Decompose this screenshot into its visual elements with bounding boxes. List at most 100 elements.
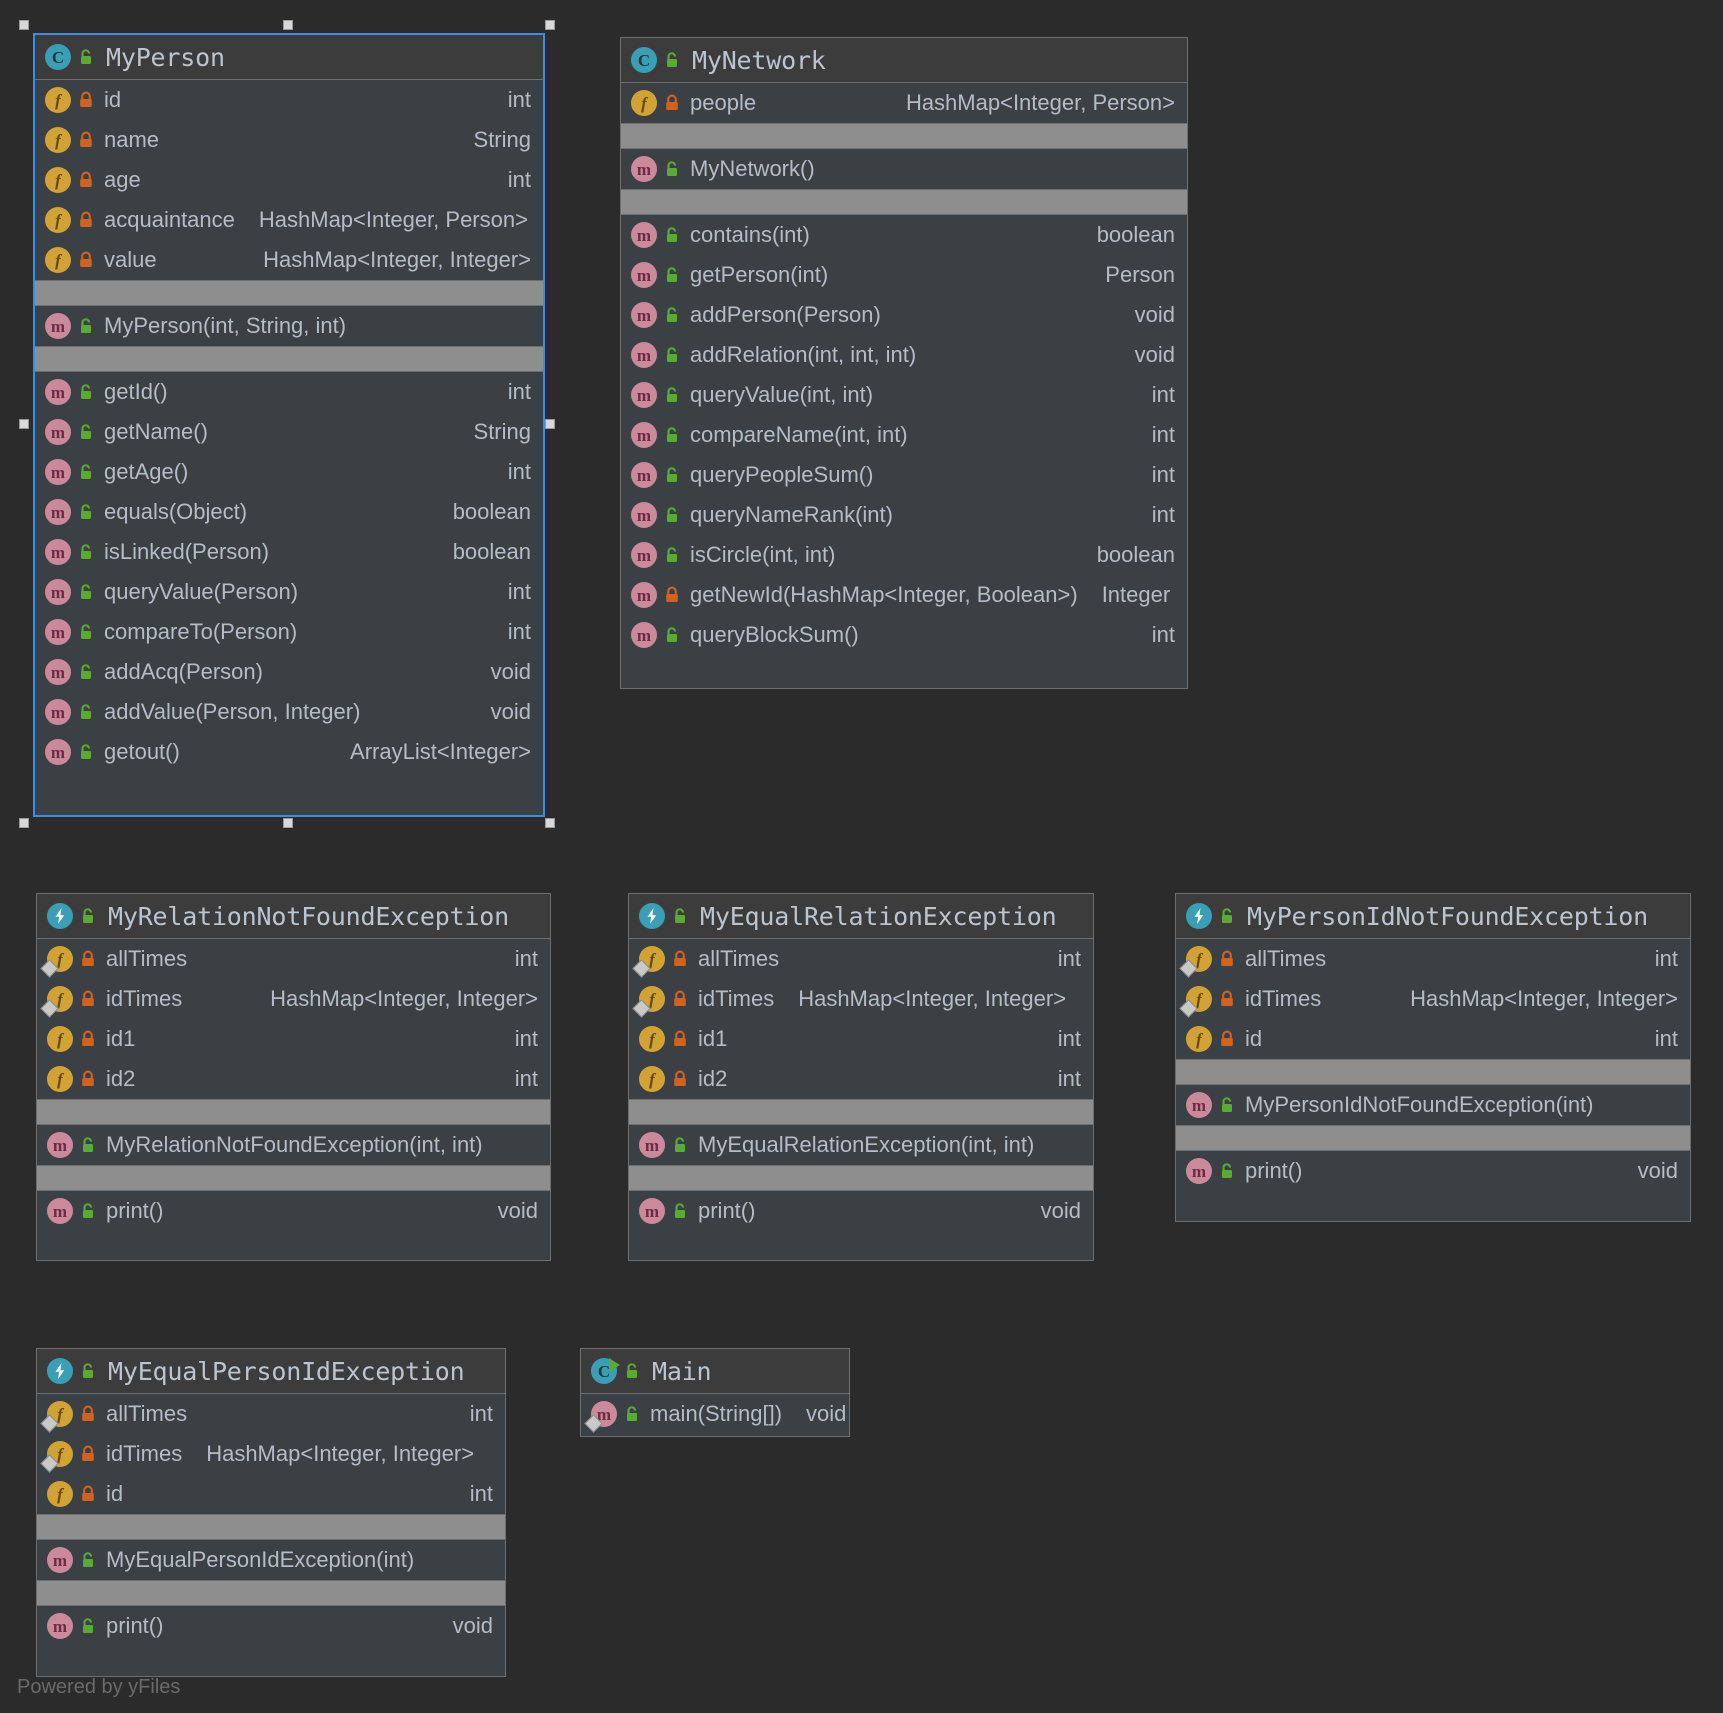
field-icon: f bbox=[40, 986, 73, 1018]
method-row[interactable]: m MyEqualPersonIdException(int) bbox=[37, 1540, 505, 1580]
method-return-type-label: boolean bbox=[452, 499, 531, 524]
class-header[interactable]: C MyNetwork bbox=[621, 38, 1187, 83]
method-row[interactable]: m MyPersonIdNotFoundException(int) bbox=[1176, 1085, 1690, 1125]
field-row[interactable]: f id2 int bbox=[629, 1059, 1093, 1099]
field-row[interactable]: f idTimes HashMap<Integer, Integer> bbox=[37, 979, 550, 1019]
class-header[interactable]: MyEqualRelationException bbox=[629, 894, 1093, 939]
section-separator bbox=[35, 346, 543, 372]
method-row[interactable]: m addPerson(Person) void bbox=[621, 295, 1187, 335]
field-row[interactable]: f allTimes int bbox=[1176, 939, 1690, 979]
selection-resize-handle[interactable] bbox=[545, 818, 555, 828]
method-row[interactable]: m print() void bbox=[37, 1606, 505, 1646]
method-row[interactable]: m MyPerson(int, String, int) bbox=[35, 306, 543, 346]
unlocked-public-icon bbox=[667, 227, 677, 242]
method-return-type-label: void bbox=[490, 699, 531, 724]
field-row[interactable]: f acquaintance HashMap<Integer, Person> bbox=[35, 200, 543, 240]
method-row[interactable]: m queryValue(Person) int bbox=[35, 572, 543, 612]
field-row[interactable]: f idTimes HashMap<Integer, Integer> bbox=[1176, 979, 1690, 1019]
field-row[interactable]: f value HashMap<Integer, Integer> bbox=[35, 240, 543, 280]
method-row[interactable]: m getId() int bbox=[35, 372, 543, 412]
selection-resize-handle[interactable] bbox=[545, 20, 555, 30]
method-row[interactable]: m queryBlockSum() int bbox=[621, 615, 1187, 655]
uml-class-node-main[interactable]: C Main m main(String[]) void bbox=[580, 1348, 850, 1437]
field-row[interactable]: f allTimes int bbox=[37, 939, 550, 979]
method-row[interactable]: m compareName(int, int) int bbox=[621, 415, 1187, 455]
lightning-bolt-icon bbox=[647, 908, 657, 924]
selection-resize-handle[interactable] bbox=[19, 818, 29, 828]
selection-resize-handle[interactable] bbox=[19, 20, 29, 30]
method-row[interactable]: m MyNetwork() bbox=[621, 149, 1187, 189]
field-row[interactable]: f id int bbox=[37, 1474, 505, 1514]
selection-resize-handle[interactable] bbox=[283, 818, 293, 828]
method-return-type-label: int bbox=[1151, 382, 1175, 407]
unlocked-public-icon bbox=[1222, 1163, 1232, 1178]
uml-diagram-canvas[interactable]: C MyPerson f id int f name String f age int f acquai… bbox=[0, 0, 1723, 1713]
field-row[interactable]: f age int bbox=[35, 160, 543, 200]
method-row[interactable]: m MyEqualRelationException(int, int) bbox=[629, 1125, 1093, 1165]
unlocked-public-icon bbox=[83, 1618, 93, 1633]
field-row[interactable]: f id int bbox=[35, 80, 543, 120]
unlocked-public-icon bbox=[667, 307, 677, 322]
uml-class-node-my-network[interactable]: C MyNetwork f people HashMap<Integer, Person… bbox=[620, 37, 1188, 689]
field-row[interactable]: f idTimes HashMap<Integer, Integer> bbox=[37, 1434, 505, 1474]
field-icon: f bbox=[40, 1441, 73, 1473]
method-row[interactable]: m main(String[]) void bbox=[581, 1394, 849, 1434]
method-row[interactable]: m getPerson(int) Person bbox=[621, 255, 1187, 295]
class-header[interactable]: MyRelationNotFoundException bbox=[37, 894, 550, 939]
uml-class-node-my-equal-person-id-exception[interactable]: MyEqualPersonIdException f allTimes int f idT… bbox=[36, 1348, 506, 1677]
method-row[interactable]: m addValue(Person, Integer) void bbox=[35, 692, 543, 732]
field-name-label: allTimes bbox=[1245, 946, 1327, 971]
method-row[interactable]: m getNewId(HashMap<Integer, Boolean>) Inte… bbox=[621, 575, 1187, 615]
method-row[interactable]: m contains(int) boolean bbox=[621, 215, 1187, 255]
field-icon: f bbox=[47, 1066, 73, 1092]
method-signature-label: queryBlockSum() bbox=[690, 622, 859, 647]
method-row[interactable]: m queryNameRank(int) int bbox=[621, 495, 1187, 535]
locked-private-icon bbox=[80, 251, 92, 267]
method-row[interactable]: m getName() String bbox=[35, 412, 543, 452]
method-row[interactable]: m queryValue(int, int) int bbox=[621, 375, 1187, 415]
method-row[interactable]: m isLinked(Person) boolean bbox=[35, 532, 543, 572]
field-row[interactable]: f id2 int bbox=[37, 1059, 550, 1099]
method-row[interactable]: m print() void bbox=[629, 1191, 1093, 1231]
field-row[interactable]: f people HashMap<Integer, Person> bbox=[621, 83, 1187, 123]
class-header[interactable]: C MyPerson bbox=[35, 35, 543, 80]
method-row[interactable]: m addRelation(int, int, int) void bbox=[621, 335, 1187, 375]
selection-resize-handle[interactable] bbox=[545, 419, 555, 429]
field-row[interactable]: f id int bbox=[1176, 1019, 1690, 1059]
class-header[interactable]: C Main bbox=[581, 1349, 849, 1394]
method-row[interactable]: m isCircle(int, int) boolean bbox=[621, 535, 1187, 575]
method-signature-label: isCircle(int, int) bbox=[690, 542, 836, 567]
method-signature-label: addAcq(Person) bbox=[104, 659, 263, 684]
method-row[interactable]: m print() void bbox=[1176, 1151, 1690, 1191]
method-icon: m bbox=[631, 542, 657, 568]
method-row[interactable]: m getout() ArrayList<Integer> bbox=[35, 732, 543, 772]
field-row[interactable]: f idTimes HashMap<Integer, Integer> bbox=[629, 979, 1093, 1019]
method-row[interactable]: m print() void bbox=[37, 1191, 550, 1231]
method-signature-label: compareName(int, int) bbox=[690, 422, 908, 447]
field-row[interactable]: f allTimes int bbox=[629, 939, 1093, 979]
selection-resize-handle[interactable] bbox=[19, 419, 29, 429]
uml-class-node-my-equal-relation-exception[interactable]: MyEqualRelationException f allTimes int f idT… bbox=[628, 893, 1094, 1261]
class-header[interactable]: MyPersonIdNotFoundException bbox=[1176, 894, 1690, 939]
locked-private-icon bbox=[666, 586, 678, 602]
method-row[interactable]: m queryPeopleSum() int bbox=[621, 455, 1187, 495]
field-row[interactable]: f allTimes int bbox=[37, 1394, 505, 1434]
field-name-label: id2 bbox=[106, 1066, 136, 1091]
uml-class-node-my-person-id-not-found-exception[interactable]: MyPersonIdNotFoundException f allTimes int f… bbox=[1175, 893, 1691, 1222]
field-name-label: idTimes bbox=[106, 1441, 183, 1466]
uml-class-node-my-relation-not-found-exception[interactable]: MyRelationNotFoundException f allTimes int f… bbox=[36, 893, 551, 1261]
locked-private-icon bbox=[674, 950, 686, 966]
method-row[interactable]: m getAge() int bbox=[35, 452, 543, 492]
field-row[interactable]: f id1 int bbox=[37, 1019, 550, 1059]
unlocked-public-icon bbox=[81, 424, 91, 439]
field-row[interactable]: f name String bbox=[35, 120, 543, 160]
method-row[interactable]: m equals(Object) boolean bbox=[35, 492, 543, 532]
class-header[interactable]: MyEqualPersonIdException bbox=[37, 1349, 505, 1394]
method-icon: m bbox=[631, 302, 657, 328]
method-row[interactable]: m addAcq(Person) void bbox=[35, 652, 543, 692]
field-row[interactable]: f id1 int bbox=[629, 1019, 1093, 1059]
method-row[interactable]: m compareTo(Person) int bbox=[35, 612, 543, 652]
method-row[interactable]: m MyRelationNotFoundException(int, int) bbox=[37, 1125, 550, 1165]
selection-resize-handle[interactable] bbox=[283, 20, 293, 30]
uml-class-node-my-person[interactable]: C MyPerson f id int f name String f age int f acquai… bbox=[33, 33, 545, 817]
